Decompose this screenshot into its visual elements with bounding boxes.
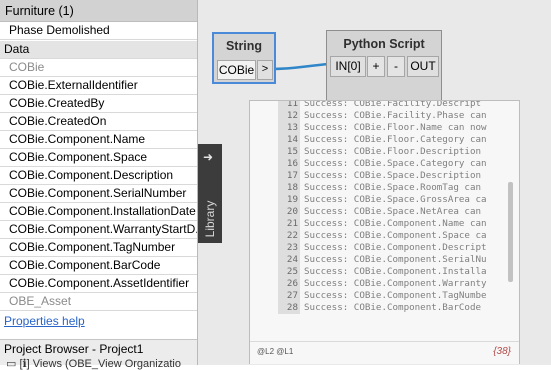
library-tab[interactable]: ➜ Library: [198, 144, 222, 243]
line-text: Success: COBie.Component.Space ca: [304, 230, 487, 241]
output-line: 16 Success: COBie.Space.Category can: [278, 158, 498, 170]
output-line: 21 Success: COBie.Component.Name can: [278, 218, 498, 230]
line-number: 28: [278, 302, 300, 314]
output-line: 20 Success: COBie.Space.NetArea can: [278, 206, 498, 218]
line-number: 12: [278, 110, 300, 122]
line-number: 17: [278, 170, 300, 182]
output-line: 14 Success: COBie.Floor.Category can: [278, 134, 498, 146]
output-line: 17 Success: COBie.Space.Description: [278, 170, 498, 182]
line-number: 18: [278, 182, 300, 194]
python-output-port[interactable]: OUT: [407, 56, 439, 77]
line-text: Success: COBie.Component.TagNumbe: [304, 290, 487, 301]
line-text: Success: COBie.Floor.Category can: [304, 134, 487, 145]
line-text: Success: COBie.Space.Description: [304, 170, 482, 181]
line-text: Success: COBie.Space.GrossArea ca: [304, 194, 487, 205]
line-number: 14: [278, 134, 300, 146]
line-text: Success: COBie.Floor.Description: [304, 146, 482, 157]
output-line: 11 Success: COBie.Facility.Descript: [278, 101, 498, 110]
line-text: Success: COBie.Floor.Name can now: [304, 122, 487, 133]
line-number: 24: [278, 254, 300, 266]
line-text: Success: COBie.Space.RoomTag can: [304, 182, 482, 193]
output-line: 19 Success: COBie.Space.GrossArea ca: [278, 194, 498, 206]
output-line: 27 Success: COBie.Component.TagNumbe: [278, 290, 498, 302]
output-line: 18 Success: COBie.Space.RoomTag can: [278, 182, 498, 194]
python-input-port[interactable]: IN[0]: [330, 56, 366, 77]
line-text: Success: COBie.Facility.Descript: [304, 101, 482, 109]
string-node[interactable]: String COBie >: [212, 32, 276, 84]
line-number: 21: [278, 218, 300, 230]
python-node-title: Python Script: [343, 37, 425, 51]
line-number: 20: [278, 206, 300, 218]
line-number: 22: [278, 230, 300, 242]
output-line: 28 Success: COBie.Component.BarCode: [278, 302, 498, 314]
remove-input-button[interactable]: -: [387, 56, 405, 77]
line-text: Success: COBie.Component.Installa: [304, 266, 487, 277]
line-number: 13: [278, 122, 300, 134]
line-text: Success: COBie.Space.Category can: [304, 158, 487, 169]
line-text: Success: COBie.Component.Name can: [304, 218, 487, 229]
line-number: 25: [278, 266, 300, 278]
line-number: 26: [278, 278, 300, 290]
line-text: Success: COBie.Component.BarCode: [304, 302, 482, 313]
line-number: 16: [278, 158, 300, 170]
output-line: 15 Success: COBie.Floor.Description: [278, 146, 498, 158]
output-preview[interactable]: 11 Success: COBie.Facility.Descript 12 Succ…: [249, 100, 520, 364]
output-scrollbar[interactable]: [508, 182, 513, 282]
line-text: Success: COBie.Component.SerialNu: [304, 254, 487, 265]
output-line: 22 Success: COBie.Component.Space ca: [278, 230, 498, 242]
add-input-button[interactable]: +: [367, 56, 385, 77]
list-levels-label: @L2 @L1: [257, 347, 294, 356]
output-footer: @L2 @L1 {38}: [250, 341, 519, 364]
line-text: Success: COBie.Component.Descript: [304, 242, 487, 253]
output-line: 23 Success: COBie.Component.Descript: [278, 242, 498, 254]
line-text: Success: COBie.Component.Warranty: [304, 278, 487, 289]
expand-arrow-icon: ➜: [203, 150, 214, 164]
line-number: 15: [278, 146, 300, 158]
line-number: 11: [278, 101, 300, 110]
line-number: 27: [278, 290, 300, 302]
output-lines: 11 Success: COBie.Facility.Descript 12 Succ…: [250, 101, 500, 333]
output-line: 25 Success: COBie.Component.Installa: [278, 266, 498, 278]
output-line: 24 Success: COBie.Component.SerialNu: [278, 254, 498, 266]
line-number: 23: [278, 242, 300, 254]
string-value-input[interactable]: COBie: [217, 60, 256, 80]
line-text: Success: COBie.Facility.Phase can: [304, 110, 487, 121]
output-line: 26 Success: COBie.Component.Warranty: [278, 278, 498, 290]
library-label: Library: [203, 200, 217, 238]
line-text: Success: COBie.Space.NetArea can: [304, 206, 482, 217]
output-line: 13 Success: COBie.Floor.Name can now: [278, 122, 498, 134]
item-count: {38}: [493, 346, 511, 357]
string-output-port[interactable]: >: [257, 60, 273, 80]
output-line: 12 Success: COBie.Facility.Phase can: [278, 110, 498, 122]
string-node-title: String: [225, 39, 263, 53]
python-script-node[interactable]: Python Script IN[0] + - OUT: [326, 30, 442, 104]
line-number: 19: [278, 194, 300, 206]
